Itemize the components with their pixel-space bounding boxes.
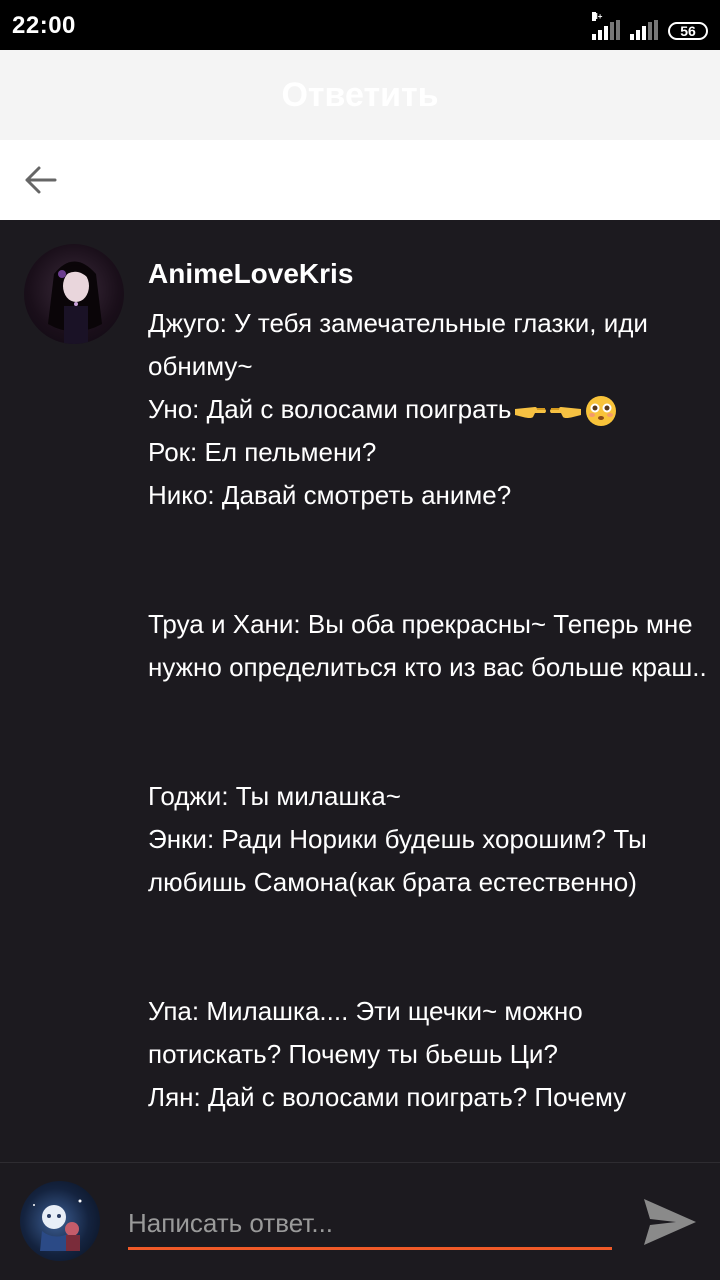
flushed-face-emoji: [586, 396, 617, 427]
message-line: Труа и Хани: Вы оба прекрасны~ Теперь мн…: [148, 609, 707, 682]
pointing-right-emoji: [515, 407, 547, 419]
message-line: Годжи: Ты милашка~: [148, 781, 401, 811]
pointing-left-emoji: [550, 407, 582, 419]
send-button[interactable]: [640, 1193, 700, 1251]
status-bar: 22:00 H+ 56: [0, 0, 720, 50]
post-content: AnimeLoveKris Джуго: У тебя замечательны…: [0, 220, 720, 1162]
reply-input[interactable]: [128, 1199, 612, 1250]
app-header: Ответить: [0, 50, 720, 140]
user-avatar-image: [33, 1199, 82, 1251]
avatar[interactable]: [20, 1181, 100, 1261]
status-icons: H+ 56: [592, 12, 708, 40]
message-line: Рок: Ел пельмени?: [148, 437, 377, 467]
message-line: Уно: Дай с волосами поиграть: [148, 394, 512, 424]
arrow-left-icon: [25, 166, 57, 194]
message-line-with-emoji: Уно: Дай с волосами поиграть: [148, 388, 708, 431]
avatar-image: [48, 261, 102, 344]
message-line: Лян: Дай с волосами поиграть? Почему: [148, 1082, 627, 1112]
message-line: Джуго: У тебя замечательные глазки, иди …: [148, 308, 648, 381]
message-line: Энки: Ради Норики будешь хорошим? Ты люб…: [148, 824, 647, 897]
signal-strength-secondary-icon: [630, 20, 658, 40]
avatar[interactable]: [24, 244, 124, 344]
status-time: 22:00: [12, 12, 76, 39]
page-title: Ответить: [281, 76, 439, 114]
nav-bar: [0, 140, 720, 220]
send-icon: [644, 1199, 696, 1245]
signal-strength-icon: H+: [592, 12, 620, 40]
network-type-label: H+: [592, 12, 603, 21]
message-line: Нико: Давай смотреть аниме?: [148, 480, 512, 510]
post-username[interactable]: AnimeLoveKris: [148, 258, 353, 290]
message-line: Упа: Милашка.... Эти щечки~ можно потиск…: [148, 996, 583, 1069]
back-button[interactable]: [18, 158, 62, 202]
battery-icon: 56: [668, 22, 708, 40]
reply-bar: [0, 1162, 720, 1280]
post-message: Джуго: У тебя замечательные глазки, иди …: [148, 302, 708, 1119]
